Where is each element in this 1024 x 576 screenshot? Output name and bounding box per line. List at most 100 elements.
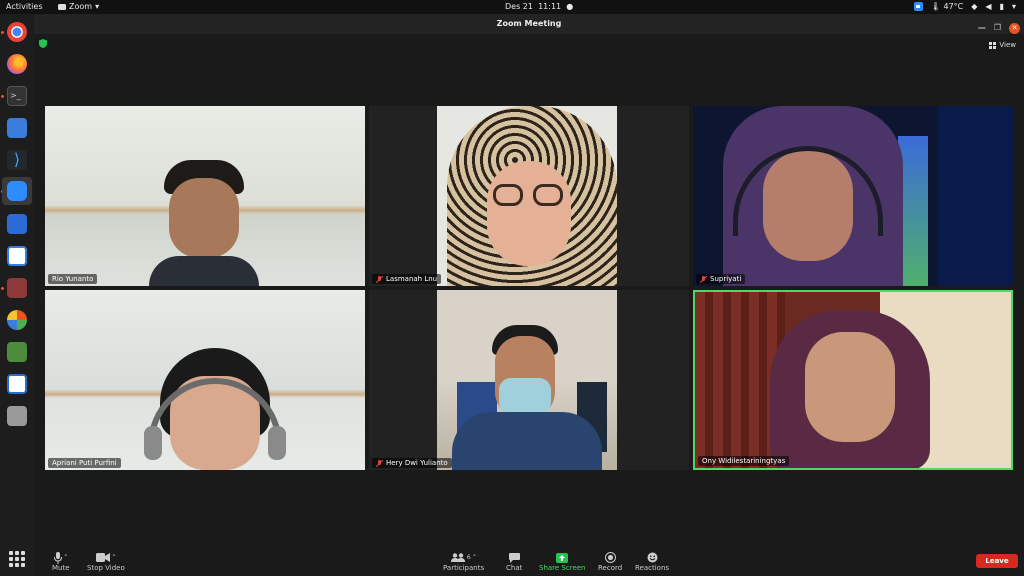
participant-name: Lasmanah Lnu [386, 275, 438, 283]
participant-name-tag: Supriyati [696, 274, 746, 284]
window-titlebar: Zoom Meeting — ❐ ✕ [34, 14, 1024, 34]
participants-count: 6 [466, 554, 471, 561]
participant-video [695, 292, 1011, 468]
wifi-icon: ◆ [971, 2, 978, 11]
zoom-app-icon [58, 3, 66, 10]
participant-name-tag: Ony Widilestariningtyas [698, 456, 790, 466]
running-indicator [1, 287, 4, 290]
encryption-shield-icon[interactable] [39, 39, 47, 48]
spreadsheet-icon[interactable] [7, 342, 27, 362]
emoji-smile-icon [647, 552, 658, 563]
participants-label: Participants [443, 564, 485, 572]
participants-button[interactable]: 6 ˄ Participants [443, 551, 484, 572]
video-tile[interactable]: Hery Dwi Yulianto [369, 290, 689, 470]
chrome-icon[interactable] [7, 22, 27, 42]
mic-muted-icon [376, 275, 383, 283]
drive-icon[interactable] [7, 406, 27, 426]
screenshot-icon[interactable] [7, 118, 27, 138]
share-screen-icon [556, 552, 569, 563]
grid-view-icon [989, 41, 997, 49]
record-button[interactable]: Record [598, 551, 622, 572]
zoom-window: Zoom Meeting — ❐ ✕ View Rio Yunanto Lasm… [34, 14, 1024, 576]
participant-name-tag: Apriani Puti Purfini [48, 458, 121, 468]
running-indicator [1, 31, 4, 34]
participant-name-tag: Hery Dwi Yulianto [372, 458, 452, 468]
document-icon[interactable] [7, 374, 27, 394]
reactions-label: Reactions [635, 564, 670, 572]
participant-name: Supriyati [710, 275, 742, 283]
close-icon[interactable]: ✕ [1009, 22, 1020, 34]
participants-icon [450, 553, 465, 562]
maximize-icon[interactable]: ❐ [994, 18, 1001, 38]
window-title: Zoom Meeting [496, 19, 562, 28]
firefox-icon[interactable] [7, 54, 27, 74]
app-menu[interactable]: Zoom ▾ [58, 2, 99, 11]
chat-button[interactable]: Chat [506, 551, 522, 572]
vscode-icon[interactable]: ⟩ [7, 150, 27, 170]
show-applications-icon[interactable] [9, 551, 25, 567]
stop-video-label: Stop Video [87, 564, 125, 572]
mute-label: Mute [52, 564, 70, 572]
chevron-down-icon: ▾ [95, 2, 100, 11]
chat-label: Chat [506, 564, 523, 572]
volume-icon: ◀ [985, 2, 992, 11]
stop-video-button[interactable]: ˄ Stop Video [87, 551, 125, 572]
mic-muted-icon [376, 459, 383, 467]
video-tile[interactable]: Lasmanah Lnu [369, 106, 689, 286]
app-menu-label: Zoom [69, 2, 93, 11]
terminal-icon[interactable]: >_ [7, 86, 27, 106]
chat-bubble-icon [508, 552, 520, 563]
view-label: View [999, 41, 1016, 49]
leave-button[interactable]: Leave [976, 554, 1018, 568]
system-top-bar: Activities Zoom ▾ Des 21 11:11 ● 🌡︎ 47°C… [0, 0, 1024, 14]
participant-video [149, 160, 259, 286]
reactions-button[interactable]: Reactions [635, 551, 669, 572]
power-icon: ▮ [999, 2, 1004, 11]
record-icon [604, 552, 616, 563]
video-camera-icon [96, 553, 111, 562]
participant-name: Rio Yunanto [52, 275, 94, 283]
chevron-up-icon[interactable]: ˄ [112, 554, 116, 562]
text-editor-icon[interactable] [7, 246, 27, 266]
participant-video [140, 348, 290, 470]
participant-video [437, 106, 617, 286]
participant-video [437, 290, 617, 470]
participant-name-tag: Lasmanah Lnu [372, 274, 442, 284]
clock[interactable]: Des 21 11:11 ● [505, 2, 573, 11]
microphone-icon [54, 551, 63, 564]
mic-muted-icon [700, 275, 707, 283]
share-screen-label: Share Screen [539, 564, 586, 572]
chevron-up-icon[interactable]: ˄ [473, 554, 477, 562]
share-screen-button[interactable]: Share Screen [539, 551, 586, 572]
color-picker-icon[interactable] [7, 310, 27, 330]
participant-video [693, 106, 1013, 286]
record-label: Record [598, 564, 623, 572]
time-label: 11:11 [538, 2, 562, 11]
system-tray[interactable]: 🌡︎ 47°C ◆ ◀ ▮ ▾ [913, 2, 1016, 11]
date-label: Des 21 [505, 2, 533, 11]
video-tile-active-speaker[interactable]: Ony Widilestariningtyas [693, 290, 1013, 470]
minimize-icon[interactable]: — [978, 18, 986, 38]
ubuntu-dock: >_ ⟩ [0, 14, 34, 576]
participant-name: Ony Widilestariningtyas [702, 457, 786, 465]
activities-button[interactable]: Activities [6, 2, 43, 11]
temperature-indicator: 🌡︎ 47°C [930, 2, 964, 11]
running-indicator [1, 95, 4, 98]
video-tile[interactable]: Supriyati [693, 106, 1013, 286]
video-tile[interactable]: Rio Yunanto [45, 106, 365, 286]
system-monitor-icon[interactable] [7, 214, 27, 234]
notification-dot-icon: ● [566, 2, 574, 11]
meeting-toolbar: ˄ Mute ˄ Stop Video 6 ˄ Participants Cha… [34, 548, 1024, 576]
chevron-down-icon: ▾ [1011, 2, 1016, 11]
files-icon[interactable] [7, 278, 27, 298]
zoom-tray-icon [913, 2, 923, 11]
participant-name-tag: Rio Yunanto [48, 274, 98, 284]
video-tile[interactable]: Apriani Puti Purfini [45, 290, 365, 470]
temperature-label: 47°C [943, 2, 964, 11]
chevron-up-icon[interactable]: ˄ [64, 554, 68, 562]
zoom-icon[interactable] [7, 181, 27, 201]
participant-name: Hery Dwi Yulianto [386, 459, 448, 467]
view-button[interactable]: View [989, 41, 1016, 49]
participant-name: Apriani Puti Purfini [52, 459, 117, 467]
mute-button[interactable]: ˄ Mute [52, 551, 70, 572]
